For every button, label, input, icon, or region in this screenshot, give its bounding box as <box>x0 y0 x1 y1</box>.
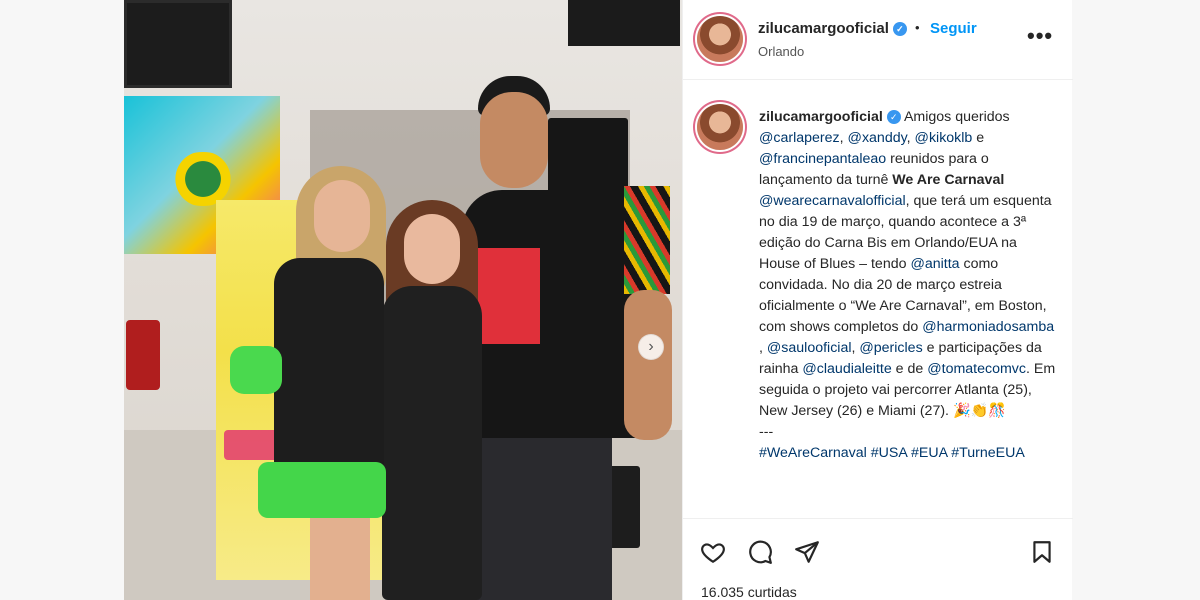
more-options-icon[interactable]: ••• <box>1027 25 1053 47</box>
mention-link[interactable]: @francinepantaleao <box>759 151 886 167</box>
caption-divider: --- <box>759 424 774 440</box>
mention-link[interactable]: @carlaperez <box>759 130 840 146</box>
post-side-panel: zilucamargooficial ✓ • Seguir Orlando •••… <box>682 0 1073 600</box>
caption-username[interactable]: zilucamargooficial <box>759 109 883 125</box>
caption-segment: , <box>839 130 848 146</box>
person-right-arm <box>624 290 672 440</box>
wall-tv-left <box>124 0 232 88</box>
person-right-pants <box>476 438 612 600</box>
mention-link[interactable]: @anitta <box>910 256 959 272</box>
post-photo[interactable]: › <box>124 0 682 600</box>
caption-bold: We Are Carnaval <box>892 172 1005 188</box>
chevron-right-icon: › <box>648 338 654 355</box>
hashtag-link[interactable]: #TurneEUA <box>951 445 1025 461</box>
caption-segment: , <box>906 130 915 146</box>
avatar[interactable] <box>697 16 743 62</box>
verified-icon: ✓ <box>892 22 907 36</box>
mention-link[interactable]: @xanddy <box>848 130 907 146</box>
person-left-legs <box>310 508 370 600</box>
separator-dot: • <box>915 20 920 35</box>
caption-text: zilucamargooficial ✓ Amigos queridos @car… <box>759 107 1059 464</box>
caption-segment: , <box>759 340 767 356</box>
heart-icon[interactable] <box>700 539 726 565</box>
person-middle-outfit <box>382 286 482 600</box>
paper-plane-icon[interactable] <box>794 539 820 565</box>
wall-tv-right <box>568 0 680 46</box>
mention-link[interactable]: @pericles <box>859 340 922 356</box>
person-middle-face <box>404 214 460 284</box>
caption-segment: e de <box>891 361 928 377</box>
bookmark-icon[interactable] <box>1029 539 1055 565</box>
likes-count[interactable]: 16.035 curtidas <box>701 584 797 600</box>
mention-link[interactable]: @wearecarnavalofficial <box>759 193 906 209</box>
person-right-face <box>480 92 548 188</box>
mention-link[interactable]: @kikoklb <box>915 130 973 146</box>
person-right-sleeve-stripe <box>624 186 670 294</box>
caption-segment: Amigos queridos <box>900 109 1010 125</box>
caption-avatar[interactable] <box>697 104 743 150</box>
mention-link[interactable]: @claudialeitte <box>802 361 891 377</box>
left-gutter <box>0 0 124 600</box>
person-left-dress-fringe <box>258 462 386 518</box>
location-link[interactable]: Orlando <box>758 44 804 59</box>
caption-segment: e <box>972 130 985 146</box>
person-left-face <box>314 180 370 252</box>
username-text: zilucamargooficial <box>758 20 889 37</box>
carousel-next-button[interactable]: › <box>638 334 664 360</box>
verified-icon: ✓ <box>886 110 901 124</box>
username-link[interactable]: zilucamargooficial ✓ <box>758 20 907 37</box>
comment-icon[interactable] <box>747 539 773 565</box>
follow-button[interactable]: Seguir <box>930 20 977 37</box>
mention-link[interactable]: @saulooficial <box>767 340 852 356</box>
mention-link[interactable]: @harmoniadosamba <box>922 319 1054 335</box>
hashtag-link[interactable]: #WeAreCarnaval <box>759 445 867 461</box>
hashtag-link[interactable]: #EUA <box>911 445 947 461</box>
post-actions: 16.035 curtidas <box>683 518 1073 600</box>
right-gutter <box>1072 0 1200 600</box>
red-chair <box>126 320 160 390</box>
post-header: zilucamargooficial ✓ • Seguir Orlando ••• <box>683 0 1073 80</box>
mention-link[interactable]: @tomatecomvc <box>927 361 1026 377</box>
person-left-sleeve-fringe <box>230 346 282 394</box>
radio-logo <box>168 152 238 206</box>
hashtag-link[interactable]: #USA <box>871 445 907 461</box>
caption-area[interactable]: zilucamargooficial ✓ Amigos queridos @car… <box>683 81 1073 517</box>
